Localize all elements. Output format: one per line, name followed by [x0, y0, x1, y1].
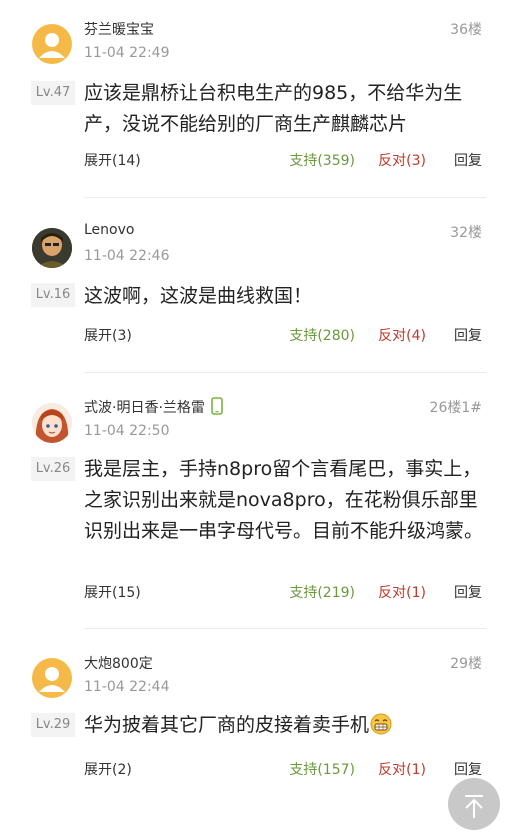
support-button[interactable]: 支持(219)	[289, 582, 355, 602]
divider	[84, 372, 486, 373]
username[interactable]: 式波·明日香·兰格雷	[84, 400, 205, 416]
username[interactable]: 大炮800定	[84, 653, 153, 673]
level-badge: Lv.26	[31, 457, 75, 481]
default-user-icon	[39, 667, 65, 692]
floor-number: 36楼	[450, 22, 482, 38]
oppose-button[interactable]: 反对(1)	[378, 582, 426, 602]
timestamp: 11-04 22:49	[84, 45, 170, 61]
reply-button[interactable]: 回复	[454, 325, 482, 345]
reply-button[interactable]: 回复	[454, 150, 482, 170]
level-badge: Lv.16	[31, 283, 75, 307]
reply-button[interactable]: 回复	[454, 582, 482, 602]
comment-text: 这波啊，这波是曲线救国！	[84, 285, 313, 307]
comment-text: 华为披着其它厂商的皮接着卖手机	[84, 714, 370, 736]
avatar[interactable]	[32, 24, 72, 64]
avatar[interactable]	[32, 228, 72, 268]
comment-text: 应该是鼎桥让台积电生产的985，不给华为生产，没说不能给别的厂商生产麒麟芯片	[84, 82, 463, 135]
username-row: 式波·明日香·兰格雷	[84, 397, 223, 419]
expand-replies-link[interactable]: 展开(15)	[84, 582, 141, 602]
floor-number: 26楼1#	[429, 400, 482, 416]
floor-number: 32楼	[450, 225, 482, 241]
grin-emoji-icon	[370, 713, 392, 745]
username[interactable]: 芬兰暖宝宝	[84, 19, 154, 39]
back-to-top-button[interactable]	[448, 778, 500, 830]
divider	[84, 197, 486, 198]
avatar[interactable]	[32, 658, 72, 698]
username[interactable]: Lenovo	[84, 222, 134, 238]
avatar[interactable]	[32, 403, 72, 443]
phone-icon	[211, 397, 223, 419]
comment-text: 我是层主，手持n8pro留个言看尾巴，事实上，之家识别出来就是nova8pro，…	[84, 458, 484, 542]
divider	[84, 628, 486, 629]
anime-character-avatar-icon	[32, 403, 72, 443]
expand-replies-link[interactable]: 展开(14)	[84, 150, 141, 170]
expand-replies-link[interactable]: 展开(3)	[84, 325, 132, 345]
support-button[interactable]: 支持(157)	[289, 759, 355, 779]
support-button[interactable]: 支持(280)	[289, 325, 355, 345]
level-badge: Lv.47	[31, 81, 75, 105]
support-button[interactable]: 支持(359)	[289, 150, 355, 170]
level-badge: Lv.29	[31, 713, 75, 737]
floor-number: 29楼	[450, 656, 482, 672]
timestamp: 11-04 22:44	[84, 679, 170, 695]
user-photo-avatar-icon	[32, 228, 72, 268]
oppose-button[interactable]: 反对(3)	[378, 150, 426, 170]
oppose-button[interactable]: 反对(4)	[378, 325, 426, 345]
expand-replies-link[interactable]: 展开(2)	[84, 759, 132, 779]
timestamp: 11-04 22:46	[84, 248, 170, 264]
comment-text-row: 华为披着其它厂商的皮接着卖手机	[84, 710, 484, 745]
default-user-icon	[39, 33, 65, 58]
timestamp: 11-04 22:50	[84, 423, 170, 439]
oppose-button[interactable]: 反对(1)	[378, 759, 426, 779]
arrow-up-icon	[465, 795, 483, 818]
reply-button[interactable]: 回复	[454, 759, 482, 779]
